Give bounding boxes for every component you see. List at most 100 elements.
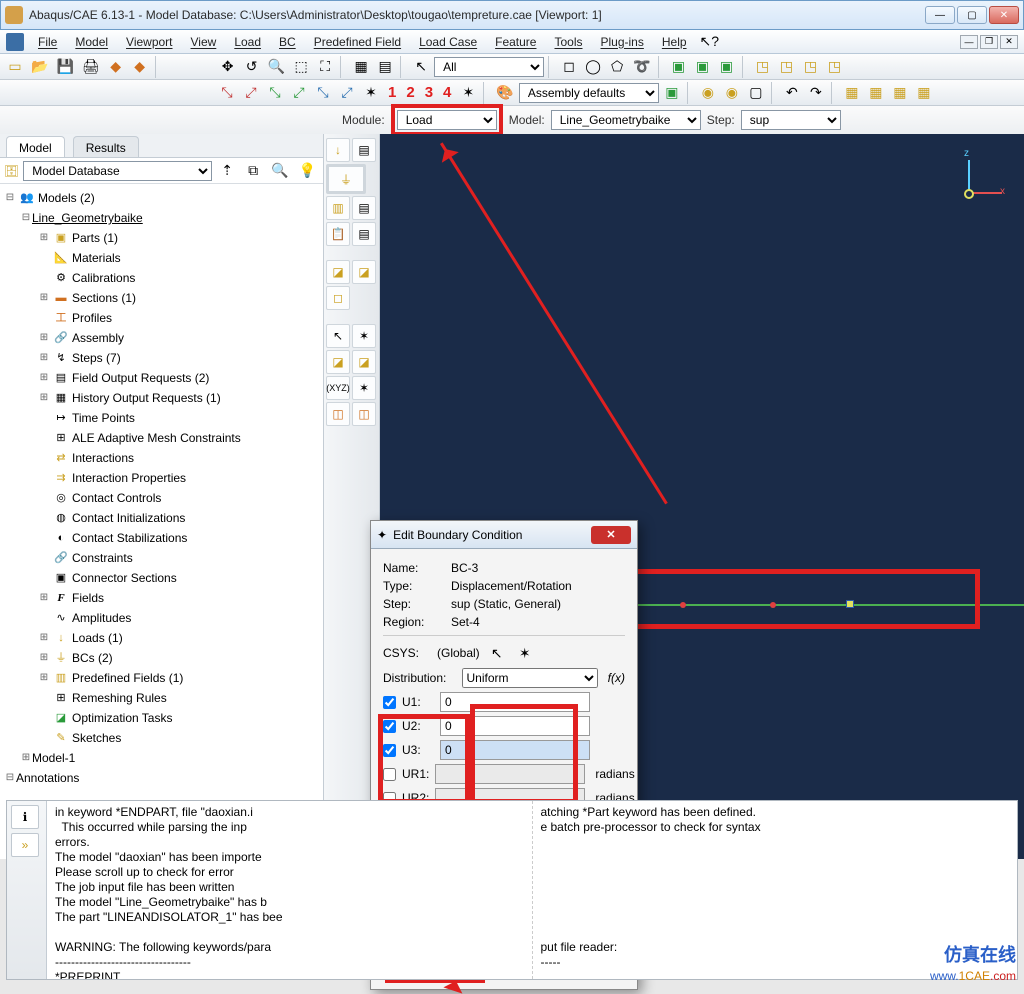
tool-attach2-icon[interactable]: ◫ — [352, 402, 376, 426]
menu-tools[interactable]: Tools — [546, 33, 590, 51]
tree-loads[interactable]: Loads (1) — [72, 629, 123, 647]
whats-this-icon[interactable]: ↖? — [697, 31, 723, 53]
csys-z1-icon[interactable]: ⤡ — [312, 82, 334, 104]
db-up-icon[interactable]: ⇡ — [216, 160, 238, 182]
iso3-icon[interactable]: ◳ — [800, 56, 822, 78]
tree-assembly[interactable]: Assembly — [72, 329, 124, 347]
menu-bc[interactable]: BC — [271, 33, 304, 51]
csys-triad-icon[interactable]: ✶ — [360, 82, 382, 104]
menu-load[interactable]: Load — [226, 33, 269, 51]
poly-sel-icon[interactable]: ⬠ — [606, 56, 628, 78]
menu-help[interactable]: Help — [654, 33, 695, 51]
menu-model[interactable]: Model — [67, 33, 116, 51]
tool-predef2-icon[interactable]: ▤ — [352, 196, 376, 220]
tool-selA-icon[interactable]: ◪ — [326, 260, 350, 284]
tool-create-bc-icon[interactable]: ⏚ — [326, 164, 366, 194]
view-slot-4[interactable]: 4 — [439, 84, 455, 101]
minimize-button[interactable]: — — [925, 6, 955, 24]
undo-icon[interactable]: ↶ — [781, 82, 803, 104]
tree-time-points[interactable]: Time Points — [72, 409, 135, 427]
menu-load-case[interactable]: Load Case — [411, 33, 485, 51]
pan-icon[interactable]: ✥ — [217, 56, 239, 78]
select-arrow-icon[interactable]: ↖ — [410, 56, 432, 78]
db-copy-icon[interactable]: ⧉ — [242, 160, 264, 182]
iso4-icon[interactable]: ◳ — [824, 56, 846, 78]
db-hints-icon[interactable]: 💡 — [296, 160, 319, 182]
menu-view[interactable]: View — [183, 33, 225, 51]
tree-predefined-fields[interactable]: Predefined Fields (1) — [72, 669, 183, 687]
tree-models[interactable]: Models (2) — [38, 189, 95, 207]
msg-info-icon[interactable]: ℹ — [11, 805, 39, 829]
redo-icon[interactable]: ↷ — [805, 82, 827, 104]
render3-icon[interactable]: ▣ — [716, 56, 738, 78]
menu-feature[interactable]: Feature — [487, 33, 544, 51]
close-button[interactable]: ✕ — [989, 6, 1019, 24]
color-palette-icon[interactable]: 🎨 — [493, 82, 516, 104]
menu-predefined-field[interactable]: Predefined Field — [306, 33, 409, 51]
tree-ale[interactable]: ALE Adaptive Mesh Constraints — [72, 429, 241, 447]
tool-part1-icon[interactable]: ◪ — [326, 350, 350, 374]
datum-csys-icon[interactable]: ✶ — [514, 642, 536, 664]
maximize-button[interactable]: ▢ — [957, 6, 987, 24]
mdi-min[interactable]: — — [960, 35, 978, 49]
print-icon[interactable]: 🖨 — [79, 56, 103, 78]
tree-contact-stab[interactable]: Contact Stabilizations — [72, 529, 187, 547]
grid2-icon[interactable]: ▤ — [374, 56, 396, 78]
tool-loadcase2-icon[interactable]: ▤ — [352, 222, 376, 246]
ex2-icon[interactable]: ▦ — [865, 82, 887, 104]
iso2-icon[interactable]: ◳ — [776, 56, 798, 78]
render2-icon[interactable]: ▣ — [692, 56, 714, 78]
message-log[interactable]: in keyword *ENDPART, file "daoxian.i Thi… — [47, 801, 532, 979]
dialog-titlebar[interactable]: ✦ Edit Boundary Condition ✕ — [371, 521, 637, 549]
circle1-icon[interactable]: ◉ — [697, 82, 719, 104]
view-slot-1[interactable]: 1 — [384, 84, 400, 101]
tree-parts[interactable]: Parts (1) — [72, 229, 118, 247]
tool-query-icon[interactable]: ↖ — [326, 324, 350, 348]
tool-predef-icon[interactable]: ▥ — [326, 196, 350, 220]
tree-model1[interactable]: Model-1 — [32, 749, 75, 767]
save-icon[interactable]: 💾 — [53, 56, 76, 78]
rect-sel-icon[interactable]: ◻ — [558, 56, 580, 78]
tool-selB-icon[interactable]: ◪ — [352, 260, 376, 284]
tool-manage-load-icon[interactable]: ▤ — [352, 138, 376, 162]
tool-create-load-icon[interactable]: ↓ — [326, 138, 350, 162]
tree-constraints[interactable]: Constraints — [72, 549, 133, 567]
view-slot-3[interactable]: 3 — [421, 84, 437, 101]
circle2-icon[interactable]: ◉ — [721, 82, 743, 104]
tree-connector-sections[interactable]: Connector Sections — [72, 569, 177, 587]
csys-y1-icon[interactable]: ⤡ — [264, 82, 286, 104]
new-icon[interactable]: ▭ — [4, 56, 26, 78]
dialog-close-button[interactable]: ✕ — [591, 526, 631, 544]
colorcube-icon[interactable]: ▣ — [661, 82, 683, 104]
menu-file[interactable]: File — [30, 33, 65, 51]
db1-icon[interactable]: ◆ — [105, 56, 127, 78]
rotate-icon[interactable]: ↺ — [241, 56, 263, 78]
step-select[interactable]: sup — [741, 110, 841, 130]
csys-x1-icon[interactable]: ⤡ — [216, 82, 238, 104]
tree-steps[interactable]: Steps (7) — [72, 349, 121, 367]
db-search-icon[interactable]: 🔍 — [268, 160, 291, 182]
tree-optimization[interactable]: Optimization Tasks — [72, 709, 172, 727]
tree-history-output[interactable]: History Output Requests (1) — [72, 389, 221, 407]
tree-fields[interactable]: Fields — [72, 589, 104, 607]
mdi-restore[interactable]: ❐ — [980, 35, 998, 49]
tree-materials[interactable]: Materials — [72, 249, 121, 267]
model-select[interactable]: Line_Geometrybaike — [551, 110, 701, 130]
tab-model[interactable]: Model — [6, 136, 65, 157]
grid1-icon[interactable]: ▦ — [350, 56, 372, 78]
tree-sections[interactable]: Sections (1) — [72, 289, 136, 307]
tree-calibrations[interactable]: Calibrations — [72, 269, 135, 287]
open-icon[interactable]: 📂 — [28, 56, 51, 78]
menu-viewport[interactable]: Viewport — [118, 33, 180, 51]
ex1-icon[interactable]: ▦ — [841, 82, 863, 104]
tree-interaction-props[interactable]: Interaction Properties — [72, 469, 186, 487]
tree-profiles[interactable]: Profiles — [72, 309, 112, 327]
tree-field-output[interactable]: Field Output Requests (2) — [72, 369, 209, 387]
u1-checkbox[interactable] — [383, 696, 396, 709]
view-save-icon[interactable]: ✶ — [457, 82, 479, 104]
lasso-sel-icon[interactable]: ➰ — [630, 56, 653, 78]
circ-sel-icon[interactable]: ◯ — [582, 56, 604, 78]
tool-csys2-icon[interactable]: ✶ — [352, 376, 376, 400]
tree-sketches[interactable]: Sketches — [72, 729, 121, 747]
ex3-icon[interactable]: ▦ — [889, 82, 911, 104]
